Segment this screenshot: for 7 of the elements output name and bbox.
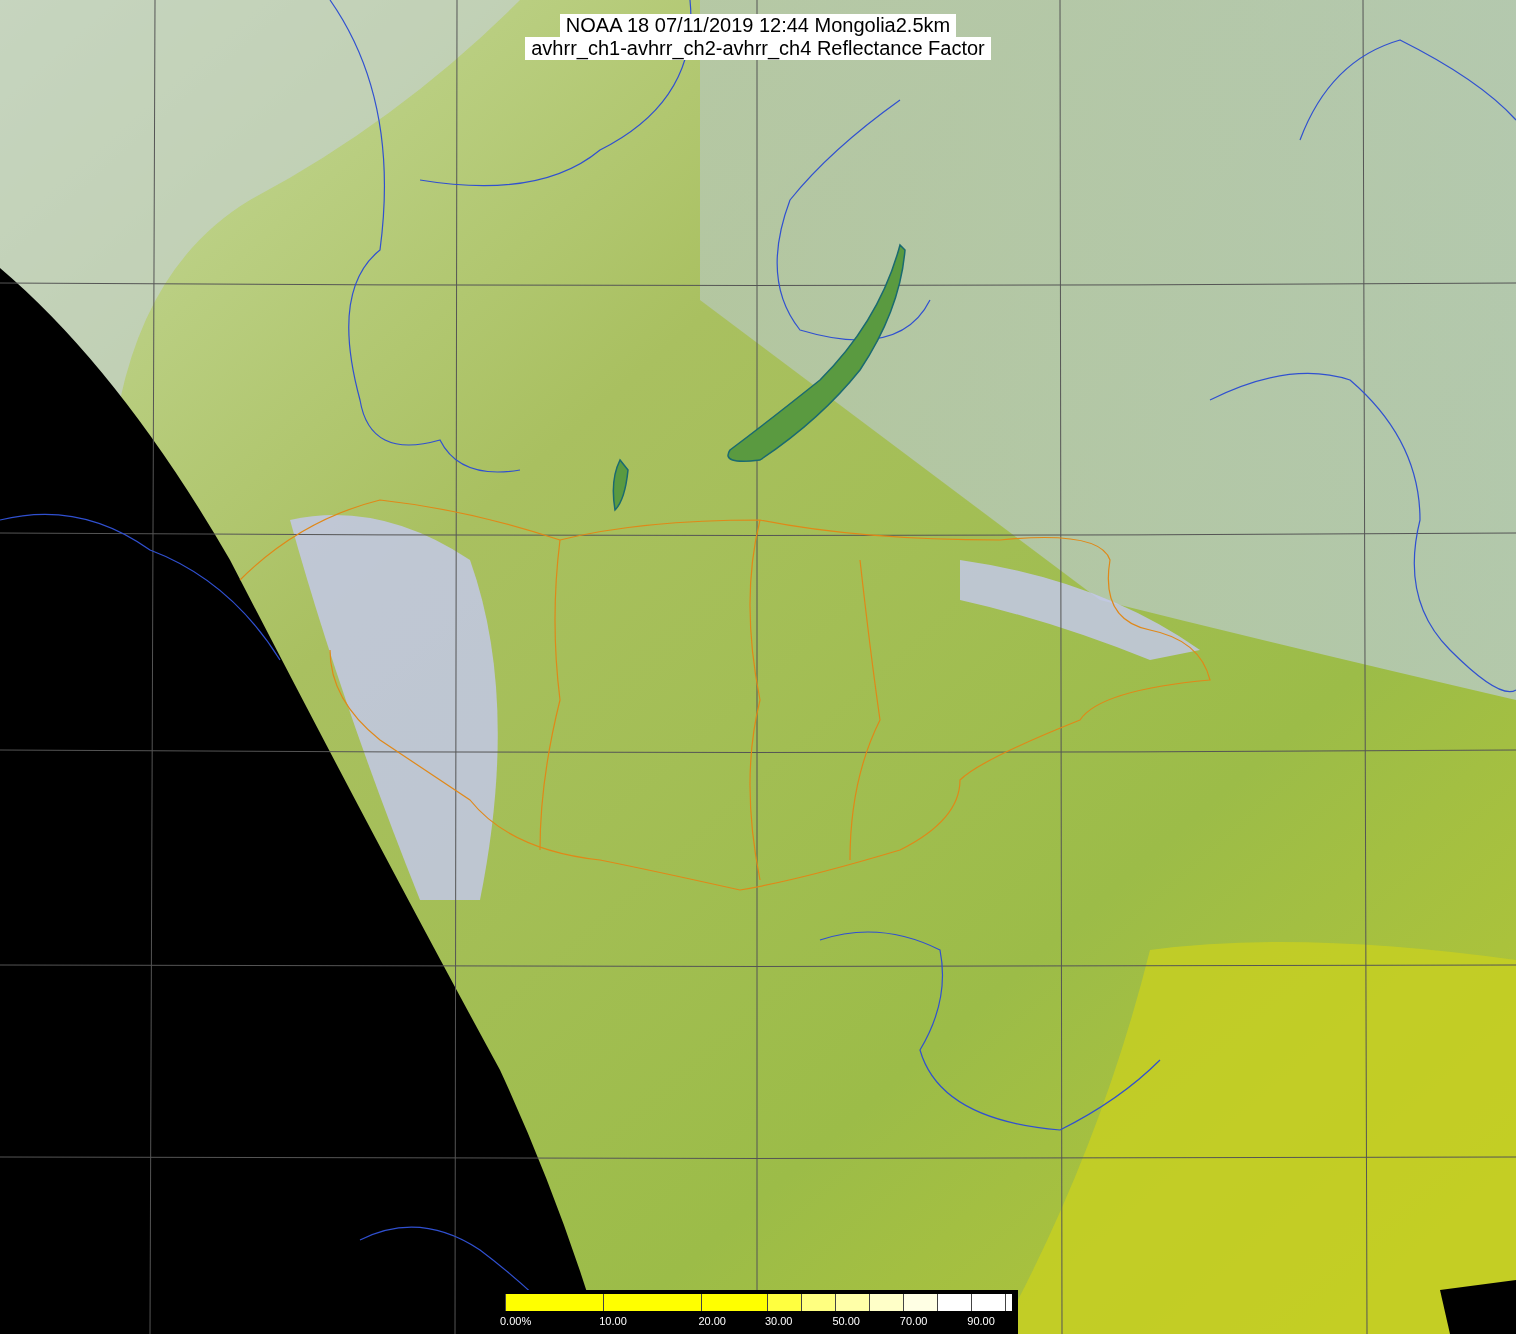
scale-label: 10.00 bbox=[599, 1315, 627, 1327]
scale-label: 50.00 bbox=[832, 1315, 860, 1327]
scale-label: 70.00 bbox=[899, 1315, 928, 1327]
scale-label: 30.00 bbox=[764, 1315, 793, 1327]
scale-label: 90.00 bbox=[967, 1315, 995, 1327]
scale-label: 0.00% bbox=[500, 1315, 532, 1327]
scale-label: 20.00 bbox=[698, 1315, 726, 1327]
